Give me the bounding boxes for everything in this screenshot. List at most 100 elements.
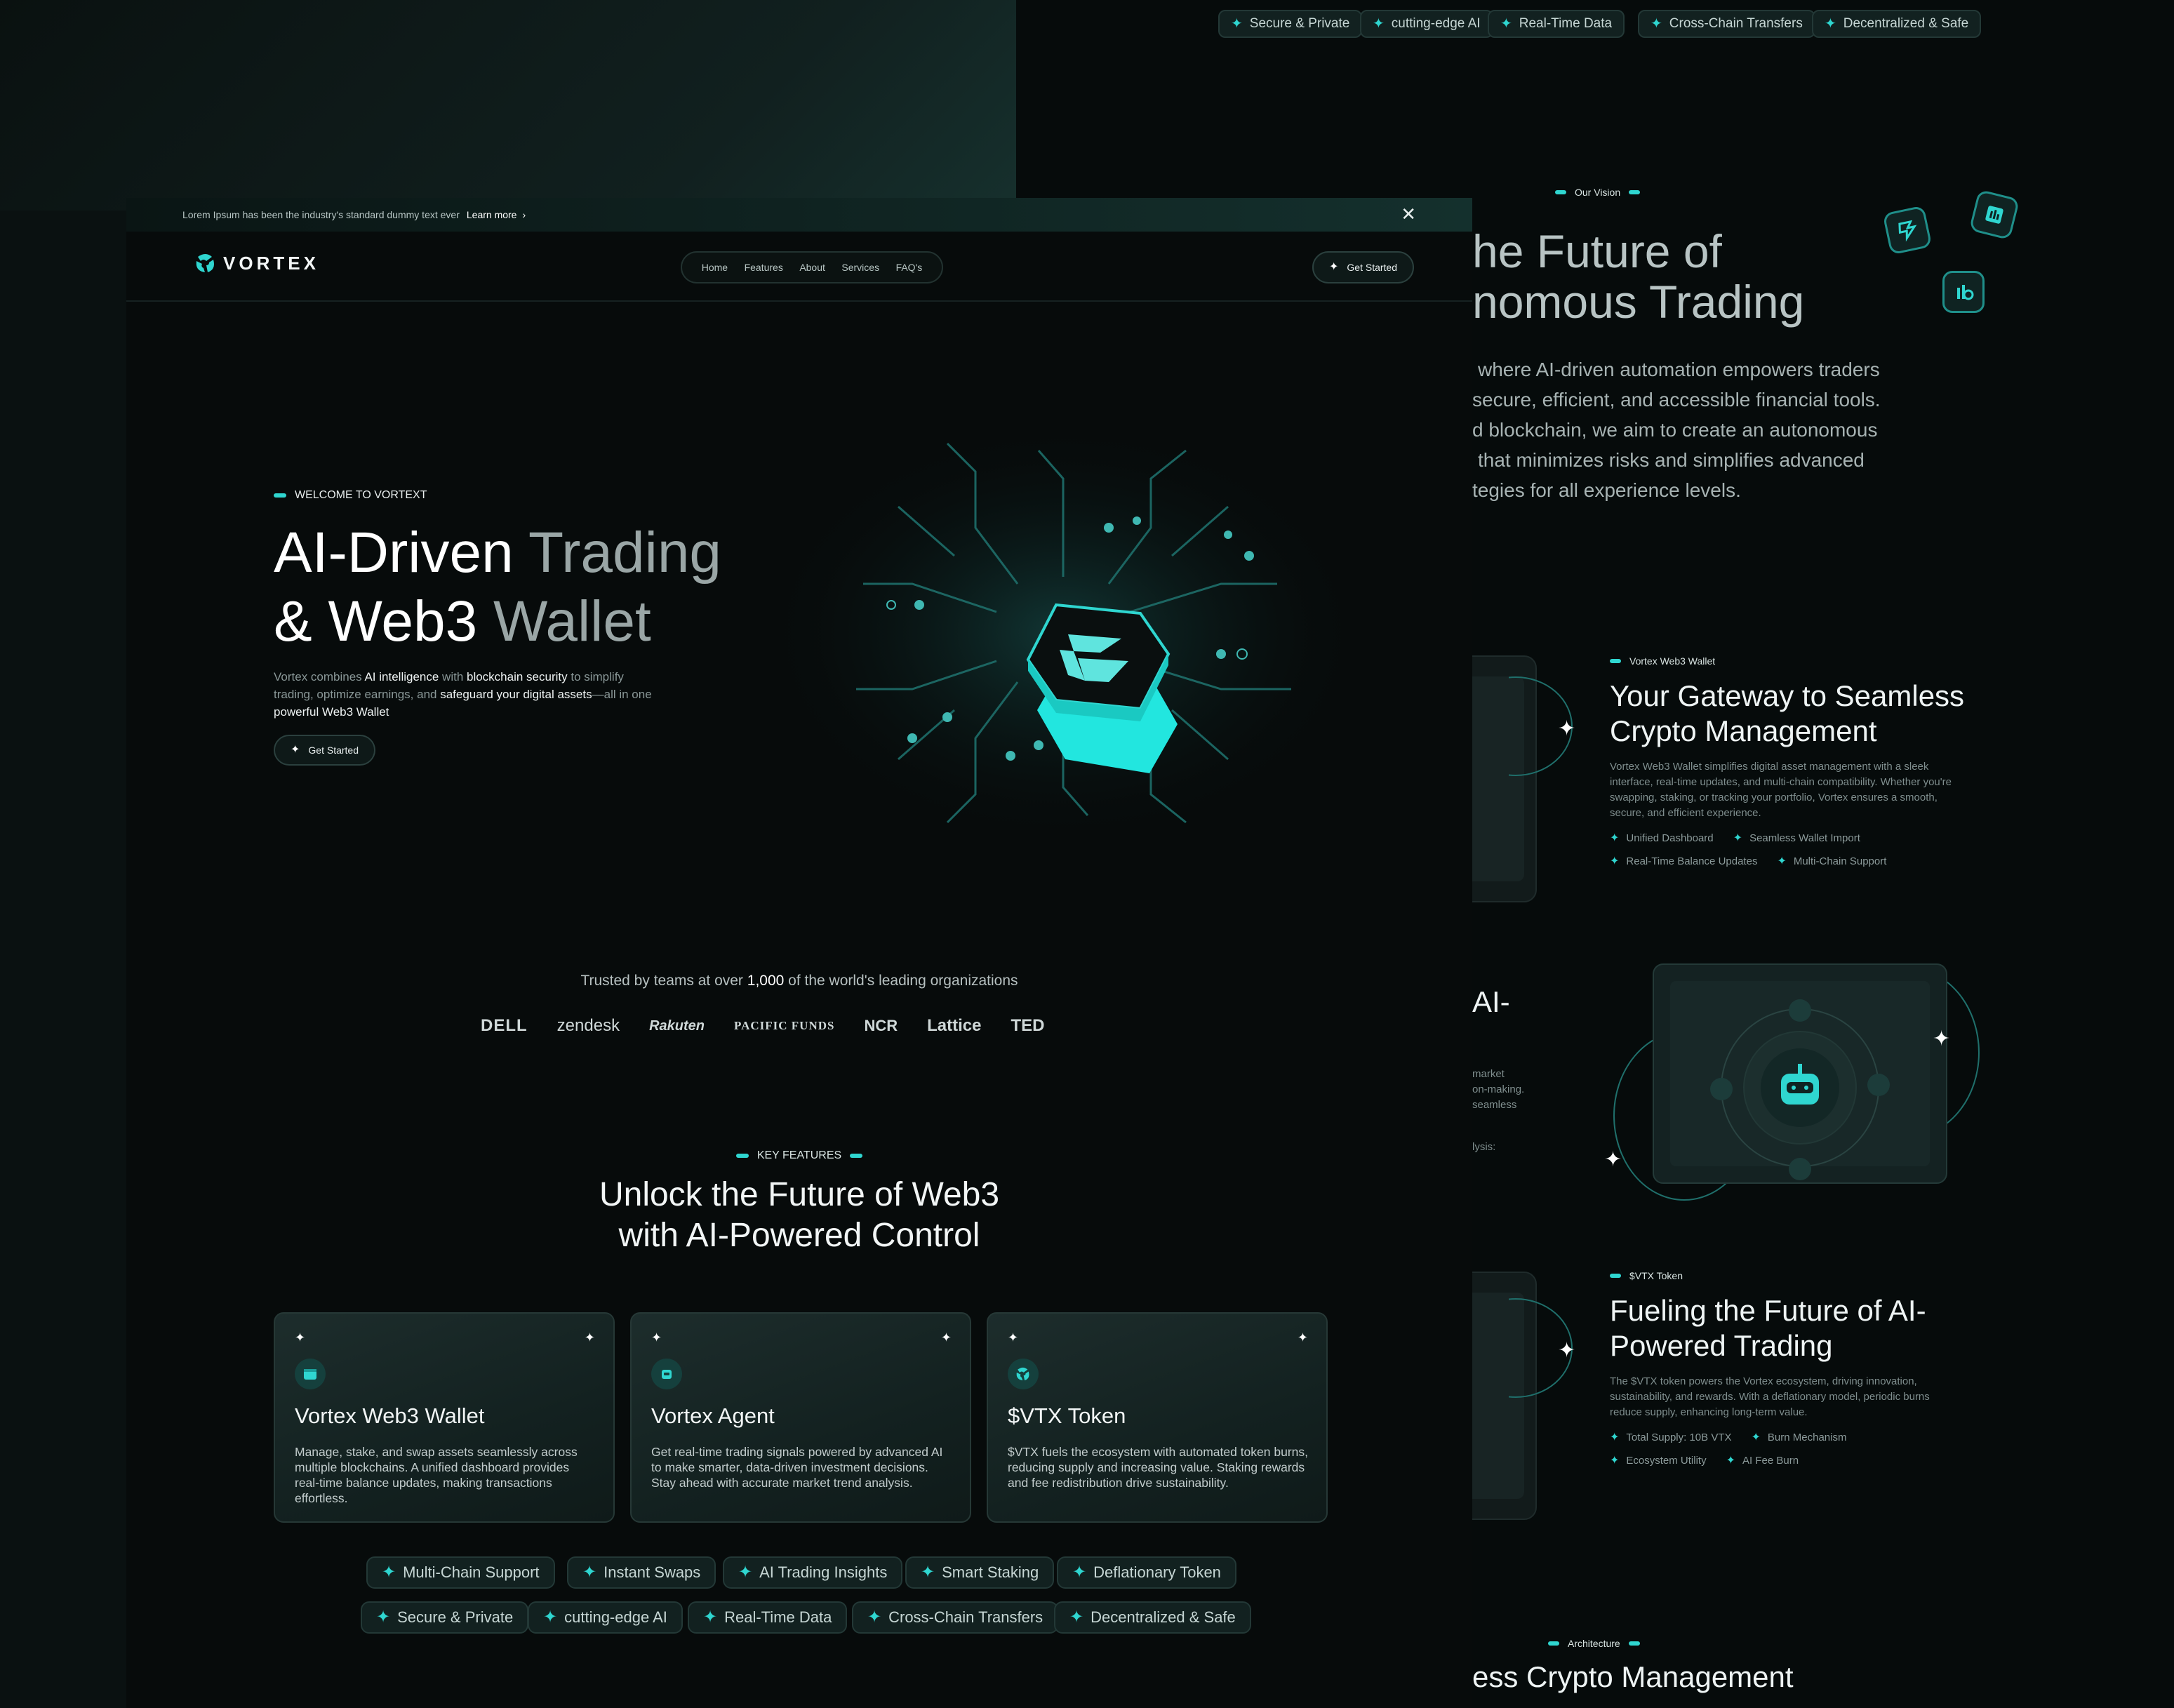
hero-description: Vortex combines AI intelligence with blo… <box>274 670 652 719</box>
nav-faqs[interactable]: FAQ's <box>896 262 923 273</box>
sparkle-icon: ✦ <box>1825 16 1836 32</box>
card-title: Vortex Web3 Wallet <box>295 1403 485 1428</box>
hero-chip-illustration <box>761 422 1365 843</box>
orbit-arc: ✦ <box>1509 676 1575 776</box>
feature-pill: ✦ Decentralized & Safe <box>1054 1601 1251 1634</box>
svg-text:✦: ✦ <box>1604 1147 1622 1172</box>
announcement-text: Lorem Ipsum has been the industry's stan… <box>182 209 460 220</box>
sparkle-icon: ✦ <box>543 1608 558 1627</box>
card-title: Vortex Agent <box>651 1403 775 1428</box>
background-top-left-panel <box>0 0 1016 211</box>
nav-get-started-button[interactable]: ✦ Get Started <box>1312 251 1414 283</box>
chevron-right-icon: › <box>522 209 526 220</box>
announcement-bar: Lorem Ipsum has been the industry's stan… <box>126 198 1472 232</box>
vision-para-line1: where AI-driven automation empowers trad… <box>1478 359 1880 380</box>
trusted-logos: DELL zendesk Rakuten PACIFIC FUNDS NCR L… <box>481 1016 1045 1036</box>
sparkle-icon: ✦ <box>651 1330 662 1345</box>
zendesk-logo: zendesk <box>556 1016 620 1035</box>
token-feature: ✦ AI Fee Burn <box>1726 1454 1799 1467</box>
nav-services[interactable]: Services <box>841 262 879 273</box>
vision-para-line5: tegies for all experience levels. <box>1472 479 1741 501</box>
svg-text:✦: ✦ <box>1933 1027 1950 1051</box>
feature-pill: ✦ Multi-Chain Support <box>366 1556 555 1589</box>
chart-float-icon <box>1968 189 2020 241</box>
architecture-heading: ess Crypto Management <box>1472 1660 1794 1693</box>
card-description: $VTX fuels the ecosystem with automated … <box>1008 1445 1308 1490</box>
main-page: Lorem Ipsum has been the industry's stan… <box>126 198 1472 1708</box>
agent-title-fragment: AI- <box>1472 985 1510 1018</box>
token-feature: ✦ Ecosystem Utility <box>1610 1454 1707 1467</box>
sparkles-icon: ✦ <box>291 744 300 756</box>
nav-features[interactable]: Features <box>745 262 783 273</box>
sparkle-icon: ✦ <box>703 1608 718 1627</box>
feature-pill: ✦ cutting-edge AI <box>528 1601 683 1634</box>
lattice-logo: Lattice <box>927 1016 982 1035</box>
hero-get-started-button[interactable]: ✦ Get Started <box>274 735 375 766</box>
wallet-feature: ✦ Multi-Chain Support <box>1777 855 1887 867</box>
sparkle-icon: ✦ <box>1373 16 1385 32</box>
sparkle-icon: ✦ <box>382 1563 396 1582</box>
feature-pill: ✦ Instant Swaps <box>567 1556 716 1589</box>
vision-tag: Our Vision <box>1555 187 1641 198</box>
nav-home[interactable]: Home <box>702 262 728 273</box>
feature-pill: ✦ Deflationary Token <box>1057 1556 1236 1589</box>
svg-text:✦: ✦ <box>1558 716 1575 741</box>
wallet-feature: ✦ Unified Dashboard <box>1610 832 1714 844</box>
sparkle-icon: ✦ <box>1231 16 1243 32</box>
sparkle-icon: ✦ <box>1650 16 1662 32</box>
token-section-title: Fueling the Future of AI-Powered Trading <box>1610 1294 1926 1362</box>
learn-more-link[interactable]: Learn more <box>467 209 517 220</box>
sparkle-icon: ✦ <box>1500 16 1512 32</box>
feature-card-wallet[interactable]: ✦ ✦ Vortex Web3 Wallet Manage, stake, an… <box>274 1312 615 1523</box>
pacific-funds-logo: PACIFIC FUNDS <box>733 1019 835 1032</box>
wallet-section-title: Your Gateway to Seamless Crypto Manageme… <box>1610 679 1965 747</box>
agent-illustration: ✦ ✦ <box>1604 963 1980 1201</box>
top-pill-realtime: ✦ Real-Time Data <box>1488 10 1625 38</box>
feature-pill: ✦ Cross-Chain Transfers <box>852 1601 1059 1634</box>
navbar: VORTEX Home Features About Services FAQ'… <box>126 232 1472 302</box>
token-feature: ✦ Total Supply: 10B VTX <box>1610 1431 1732 1443</box>
logo-text: VORTEX <box>223 252 319 274</box>
vision-para-line2: secure, efficient, and accessible financ… <box>1472 389 1881 411</box>
features-heading-line2: with AI-Powered Control <box>618 1217 980 1254</box>
vortex-logo-icon <box>196 254 214 272</box>
robot-icon <box>651 1359 682 1389</box>
vision-para-line4: that minimizes risks and simplifies adva… <box>1478 449 1865 471</box>
nav-links: Home Features About Services FAQ's <box>681 251 943 283</box>
wallet-icon <box>295 1359 326 1389</box>
wallet-feature: ✦ Real-Time Balance Updates <box>1610 855 1758 867</box>
architecture-tag: Architecture <box>1548 1638 1640 1649</box>
sparkle-icon: ✦ <box>738 1563 753 1582</box>
hero-title-line2: & Web3 Wallet <box>274 589 651 653</box>
feature-pill: ✦ Secure & Private <box>361 1601 529 1634</box>
card-description: Get real-time trading signals powered by… <box>651 1445 943 1490</box>
sparkle-icon: ✦ <box>940 1330 952 1345</box>
ted-logo: TED <box>1011 1016 1045 1035</box>
nav-about[interactable]: About <box>799 262 825 273</box>
dell-logo: DELL <box>481 1016 528 1035</box>
token-section-tag: $VTX Token <box>1610 1270 1683 1281</box>
sparkle-icon: ✦ <box>376 1608 391 1627</box>
vision-para-line3: d blockchain, we aim to create an autono… <box>1472 419 1878 441</box>
features-heading-line1: Unlock the Future of Web3 <box>599 1176 1000 1213</box>
sparkle-icon: ✦ <box>1297 1330 1308 1345</box>
vortex-logo-float-icon <box>1882 205 1933 255</box>
agent-desc-line1: market <box>1472 1068 1505 1080</box>
vision-heading-line1: he Future of <box>1472 225 1722 277</box>
token-feature: ✦ Burn Mechanism <box>1751 1431 1847 1443</box>
sparkles-icon: ✦ <box>1329 261 1339 273</box>
feature-card-agent[interactable]: ✦ ✦ Vortex Agent Get real-time trading s… <box>630 1312 971 1523</box>
hero-tag: WELCOME TO VORTEXT <box>274 489 427 502</box>
agent-desc-line3: seamless <box>1472 1099 1517 1111</box>
token-feature-list: ✦ Total Supply: 10B VTX ✦ Burn Mechanism ✦… <box>1610 1432 1862 1467</box>
sparkle-icon: ✦ <box>867 1608 882 1627</box>
close-icon[interactable]: ✕ <box>1401 204 1416 225</box>
sparkle-icon: ✦ <box>1008 1330 1019 1345</box>
logo[interactable]: VORTEX <box>194 251 319 275</box>
orbit-arc: ✦ <box>1509 1298 1575 1398</box>
agent-desc-line2: on-making. <box>1472 1083 1525 1095</box>
hero-title-line1: AI-Driven Trading <box>274 521 722 585</box>
feature-card-token[interactable]: ✦ ✦ $VTX Token $VTX fuels the ecosystem … <box>987 1312 1328 1523</box>
sparkle-icon: ✦ <box>921 1563 935 1582</box>
top-pill-secure: ✦ Secure & Private <box>1218 10 1363 38</box>
